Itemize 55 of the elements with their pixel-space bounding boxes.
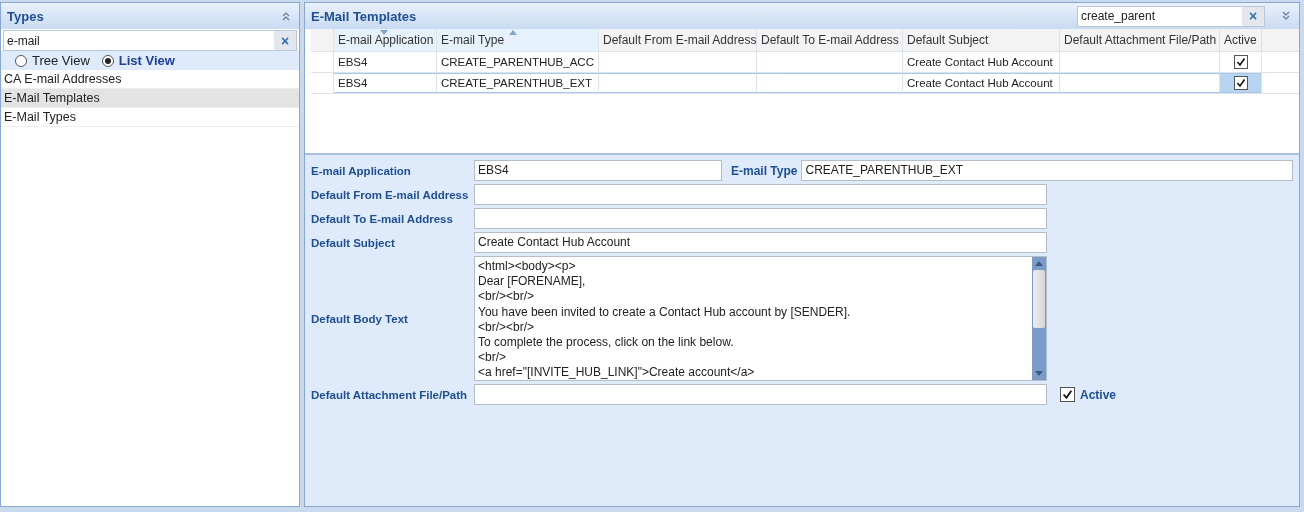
scrollbar[interactable] — [1032, 257, 1046, 380]
scroll-up-icon[interactable] — [1035, 261, 1043, 266]
text-area[interactable] — [474, 256, 1047, 381]
column-header[interactable]: E-mail Application — [334, 29, 437, 51]
column-header[interactable]: Default To E-mail Address — [757, 29, 903, 51]
text-line: To complete the process, click on the link below. — [478, 335, 735, 351]
field-label: Default Attachment File/Path — [311, 388, 469, 401]
input-field[interactable]: Create Contact Hub Account — [474, 232, 1047, 253]
table-cell: CREATE_PARENTHUB_ACC — [437, 52, 599, 72]
text-line: <html><body><p> — [478, 259, 577, 275]
column-header[interactable]: Default Subject — [903, 29, 1060, 51]
input-field[interactable] — [474, 384, 1047, 405]
scroll-thumb[interactable] — [1033, 270, 1045, 328]
field-label: Default Body Text — [311, 312, 409, 325]
checkbox[interactable] — [1233, 76, 1248, 90]
list-item[interactable]: E-Mail Types — [1, 108, 299, 127]
checkbox-label: Active — [1080, 387, 1117, 402]
text-line: Dear [FORENAME], — [478, 274, 587, 290]
column-header[interactable]: Default Attachment File/Path — [1060, 29, 1220, 51]
search-field[interactable]: create_parent × — [1077, 5, 1265, 27]
field-label: Default From E-mail Address — [311, 188, 470, 201]
table-cell: EBS4 — [334, 73, 437, 93]
text-line: <br/> — [478, 350, 508, 366]
clear-button[interactable]: × — [274, 31, 296, 50]
checkbox[interactable] — [1233, 55, 1248, 69]
field-label: E-mail Type — [730, 163, 799, 178]
field-label: E-mail Application — [311, 164, 412, 177]
collapse-icon[interactable] — [281, 11, 291, 21]
scroll-down-icon[interactable] — [1035, 371, 1043, 376]
list-item[interactable]: E-Mail Templates — [1, 89, 299, 108]
input-field[interactable]: EBS4 — [474, 160, 722, 181]
table-cell: Create Contact Hub Account — [903, 52, 1060, 72]
checkbox[interactable] — [1060, 387, 1075, 402]
text-line: <br/><br/> — [478, 319, 536, 335]
panel-title: E-Mail Templates — [311, 8, 418, 24]
field-label: Default Subject — [311, 236, 396, 249]
field-label: Default To E-mail Address — [311, 212, 454, 225]
search-field[interactable]: e-mail × — [3, 30, 297, 51]
input-field[interactable] — [474, 184, 1047, 205]
column-header[interactable]: Default From E-mail Address — [599, 29, 757, 51]
table-cell: EBS4 — [334, 52, 437, 72]
expand-icon[interactable] — [1281, 11, 1291, 21]
text-line: You have been invited to create a Contact Hub account by [SENDER]. — [478, 304, 852, 320]
text-line: <br/><br/> — [478, 289, 536, 305]
text-line: <a href="[INVITE_HUB_LINK]">Create account</a> — [478, 365, 756, 380]
column-header[interactable]: Active — [1220, 29, 1262, 51]
table-cell: CREATE_PARENTHUB_EXT — [437, 73, 599, 93]
column-header[interactable]: E-mail Type — [437, 29, 599, 51]
input-field[interactable]: CREATE_PARENTHUB_EXT — [801, 160, 1293, 181]
input-field[interactable] — [474, 208, 1047, 229]
table-cell: Create Contact Hub Account — [903, 73, 1060, 93]
panel-title: Types — [7, 8, 45, 24]
view-radio[interactable]: Tree View — [15, 53, 90, 68]
view-radio[interactable]: List View — [101, 53, 175, 68]
clear-button[interactable]: × — [1242, 6, 1264, 26]
